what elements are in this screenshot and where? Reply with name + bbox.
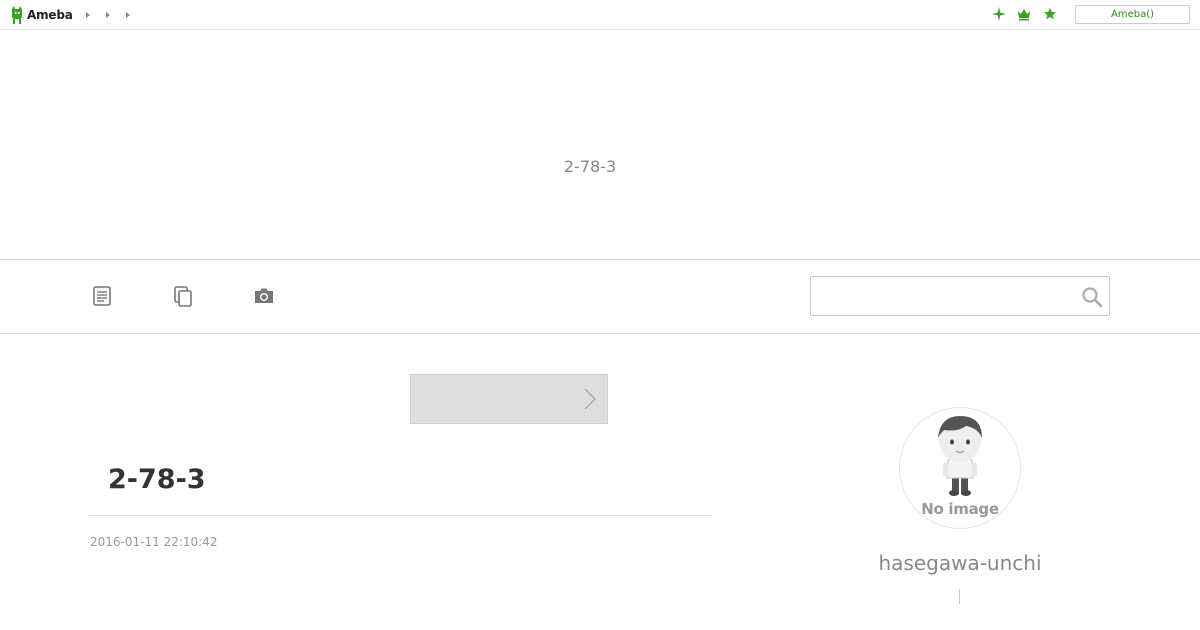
camera-icon[interactable] [252, 284, 276, 308]
avatar[interactable]: No image [900, 408, 1020, 528]
star-icon[interactable] [1043, 7, 1057, 21]
promo-banner[interactable] [410, 374, 608, 424]
entry-title[interactable]: 2-78-3 [108, 464, 206, 495]
breadcrumb-arrow-icon[interactable] [126, 12, 130, 18]
crown-icon[interactable] [1017, 7, 1031, 21]
search-input[interactable] [811, 277, 1073, 315]
breadcrumb-arrow-icon[interactable] [106, 12, 110, 18]
ameba-account-button[interactable]: Ameba() [1075, 5, 1190, 24]
ameba-mascot-icon [12, 6, 22, 24]
profile-divider [959, 589, 960, 604]
global-header: Ameba Ameba() [0, 0, 1200, 30]
no-image-label: No image [921, 500, 999, 518]
profile-name[interactable]: hasegawa-unchi [840, 551, 1080, 575]
blog-header: 2-78-3 [0, 30, 1200, 260]
entry-date: 2016-01-11 22:10:42 [90, 535, 218, 549]
chevron-right-icon [584, 388, 596, 410]
entry-divider [89, 515, 711, 516]
search-icon[interactable] [1081, 286, 1103, 308]
copy-icon[interactable] [171, 284, 195, 308]
search-box [810, 276, 1110, 316]
blog-title[interactable]: 2-78-3 [0, 157, 1180, 176]
blog-nav [0, 260, 1200, 334]
sparkle-icon[interactable] [992, 7, 1006, 21]
logo-text: Ameba [27, 8, 73, 22]
breadcrumb-arrow-icon[interactable] [86, 12, 90, 18]
entries-icon[interactable] [90, 284, 114, 308]
ameba-logo[interactable]: Ameba [9, 6, 73, 24]
